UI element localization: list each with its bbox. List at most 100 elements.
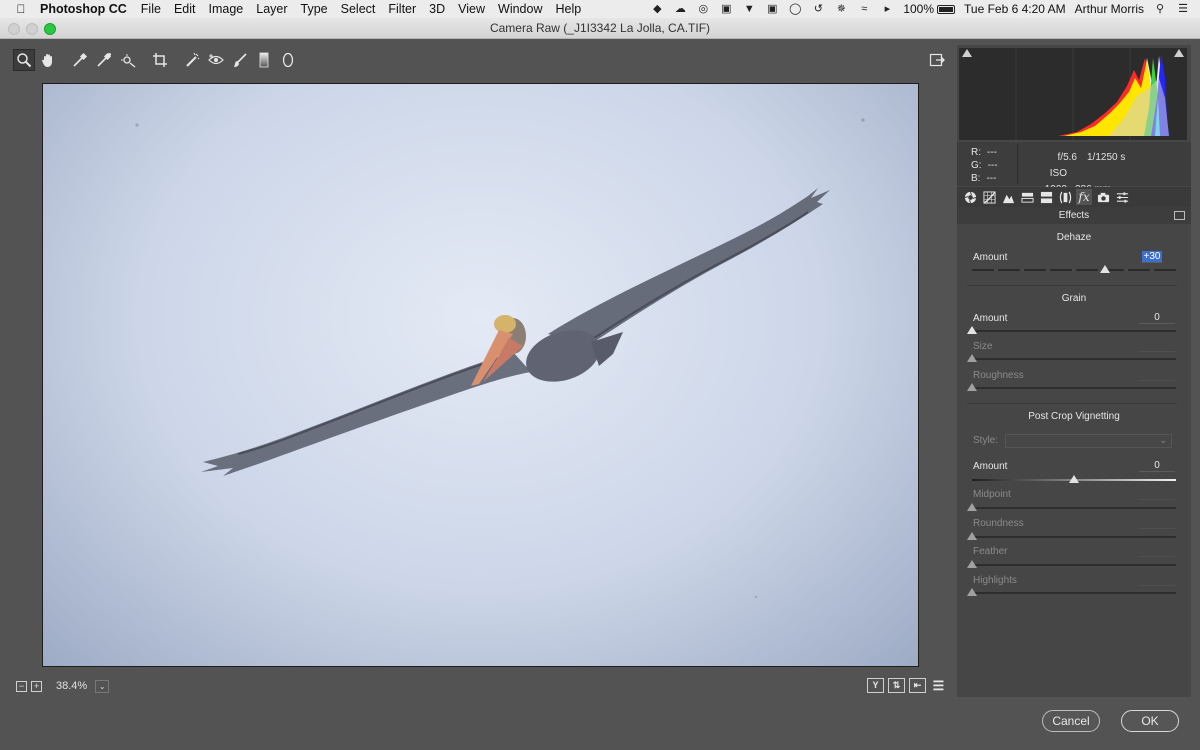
dehaze-amount-thumb[interactable]	[1099, 265, 1110, 273]
copy-settings-icon[interactable]: ⇤	[909, 678, 926, 693]
b-value: ---	[986, 173, 997, 184]
hand-tool-icon[interactable]	[37, 49, 59, 71]
tab-presets-icon[interactable]	[1114, 189, 1130, 205]
tab-detail-icon[interactable]	[1000, 189, 1016, 205]
zoom-in-button[interactable]: +	[31, 680, 42, 692]
user-name[interactable]: Arthur Morris	[1075, 2, 1144, 16]
b-label: B:	[971, 173, 981, 184]
swap-before-after-icon[interactable]: ⇅	[888, 678, 905, 693]
menu-edit[interactable]: Edit	[172, 2, 198, 16]
bluetooth-icon[interactable]: ✵	[834, 3, 848, 15]
menu-type[interactable]: Type	[299, 2, 330, 16]
tab-effects-fx-icon[interactable]: fx	[1076, 189, 1092, 205]
vignette-feather-value[interactable]	[1139, 545, 1175, 557]
crop-tool-icon[interactable]	[149, 49, 171, 71]
grain-roughness-thumb[interactable]	[967, 383, 977, 391]
app-menu[interactable]: Photoshop CC	[40, 2, 127, 16]
volume-icon[interactable]: ▸	[880, 3, 894, 15]
dehaze-amount-value[interactable]: +30	[1142, 251, 1162, 263]
vignette-feather-slider[interactable]	[972, 564, 1176, 566]
menu-filter[interactable]: Filter	[386, 2, 418, 16]
photo-preview[interactable]	[42, 83, 919, 667]
vignette-midpoint-thumb[interactable]	[967, 503, 977, 511]
minimize-window-button[interactable]	[26, 23, 38, 35]
menu-3d[interactable]: 3D	[427, 2, 447, 16]
menu-file[interactable]: File	[139, 2, 163, 16]
vignette-amount-thumb[interactable]	[1069, 475, 1079, 483]
color-sampler-tool-icon[interactable]	[93, 49, 115, 71]
spot-removal-tool-icon[interactable]	[181, 49, 203, 71]
menu-help[interactable]: Help	[554, 2, 584, 16]
vignette-style-label: Style:	[973, 435, 999, 446]
zoom-dropdown-chevron-icon[interactable]: ⌄	[95, 679, 110, 693]
binoculars-icon[interactable]: ◯	[788, 3, 802, 15]
grain-size-thumb[interactable]	[967, 354, 977, 362]
apple-menu-icon[interactable]: 	[10, 2, 32, 16]
notification-center-icon[interactable]: ☰	[1176, 3, 1190, 15]
vignette-roundness-slider[interactable]	[972, 536, 1176, 538]
grain-roughness-slider[interactable]	[972, 387, 1176, 389]
adjustment-brush-icon[interactable]	[229, 49, 251, 71]
zoom-window-button[interactable]	[44, 23, 56, 35]
vignette-style-select[interactable]: ⌄	[1005, 434, 1172, 448]
dropbox-icon[interactable]: ◆	[650, 3, 664, 15]
graduated-filter-icon[interactable]	[253, 49, 275, 71]
g-label: G:	[971, 160, 982, 171]
grain-roughness-value[interactable]	[1139, 369, 1175, 381]
vignette-feather-thumb[interactable]	[967, 560, 977, 568]
zoom-tool-icon[interactable]	[13, 49, 35, 71]
vignette-highlights-value[interactable]	[1139, 574, 1175, 586]
shadow-clipping-warning-icon[interactable]	[962, 49, 972, 57]
tab-hsl-icon[interactable]	[1019, 189, 1035, 205]
red-eye-removal-tool-icon[interactable]	[205, 49, 227, 71]
vignette-midpoint-value[interactable]	[1139, 488, 1175, 500]
highlight-clipping-warning-icon[interactable]	[1174, 49, 1184, 57]
tab-split-toning-icon[interactable]	[1038, 189, 1054, 205]
app-5-icon[interactable]: ▣	[765, 3, 779, 15]
close-window-button[interactable]	[8, 23, 20, 35]
cloud-sync-icon[interactable]: ◎	[696, 3, 710, 15]
grain-amount-value[interactable]: 0	[1139, 312, 1175, 324]
cancel-button[interactable]: Cancel	[1042, 710, 1100, 732]
grain-amount-thumb[interactable]	[967, 326, 977, 334]
shield-icon[interactable]: ▣	[719, 3, 733, 15]
zoom-level[interactable]: 38.4%	[56, 680, 87, 692]
ok-button[interactable]: OK	[1121, 710, 1179, 732]
menu-layer[interactable]: Layer	[254, 2, 289, 16]
tab-lens-corrections-icon[interactable]	[1057, 189, 1073, 205]
toggle-settings-icon[interactable]: ☰	[930, 678, 947, 693]
vignette-roundness-value[interactable]	[1139, 517, 1175, 529]
white-balance-tool-icon[interactable]	[69, 49, 91, 71]
dehaze-amount-slider[interactable]	[972, 269, 1176, 271]
vignette-highlights-slider[interactable]	[972, 592, 1176, 594]
clock[interactable]: Tue Feb 6 4:20 AM	[964, 2, 1066, 16]
battery-indicator[interactable]: 100%	[903, 2, 956, 16]
vignette-roundness-thumb[interactable]	[967, 532, 977, 540]
malwarebytes-icon[interactable]: ▼	[742, 3, 756, 15]
menu-view[interactable]: View	[456, 2, 487, 16]
menu-image[interactable]: Image	[207, 2, 246, 16]
menu-select[interactable]: Select	[339, 2, 378, 16]
vignette-highlights-thumb[interactable]	[967, 588, 977, 596]
time-machine-icon[interactable]: ↺	[811, 3, 825, 15]
zoom-out-button[interactable]: −	[16, 680, 27, 692]
before-after-toggle[interactable]: Y	[867, 678, 884, 693]
tab-basic-aperture-icon[interactable]	[962, 189, 978, 205]
open-preferences-icon[interactable]	[927, 50, 947, 70]
creative-cloud-icon[interactable]: ☁	[673, 3, 687, 15]
grain-size-slider[interactable]	[972, 358, 1176, 360]
vignette-amount-value[interactable]: 0	[1139, 460, 1175, 472]
vignette-midpoint-slider[interactable]	[972, 507, 1176, 509]
grain-size-value[interactable]	[1139, 340, 1175, 352]
panel-menu-icon[interactable]	[1174, 211, 1185, 220]
tab-camera-calibration-icon[interactable]	[1095, 189, 1111, 205]
menu-window[interactable]: Window	[496, 2, 544, 16]
image-canvas[interactable]	[10, 75, 955, 675]
targeted-adjustment-tool-icon[interactable]	[117, 49, 139, 71]
preview-status-bar: − + 38.4% ⌄ Y ⇅ ⇤ ☰	[10, 676, 955, 696]
spotlight-search-icon[interactable]: ⚲	[1153, 3, 1167, 15]
wifi-icon[interactable]: ≈	[857, 3, 871, 15]
radial-filter-icon[interactable]	[277, 49, 299, 71]
tab-tone-curve-icon[interactable]	[981, 189, 997, 205]
grain-amount-slider[interactable]	[972, 330, 1176, 332]
